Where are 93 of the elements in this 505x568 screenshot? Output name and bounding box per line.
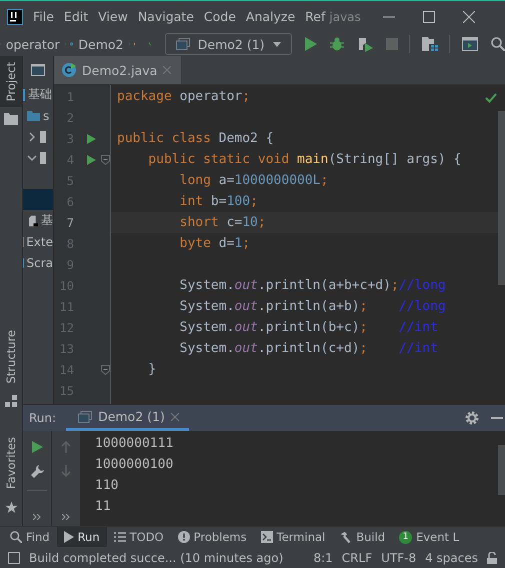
tree-row[interactable]: 基 [23, 210, 53, 231]
status-message: Build completed succe... (10 minutes ago) [29, 551, 284, 565]
play-icon [64, 531, 74, 543]
tree-row[interactable]: Exte [23, 231, 53, 252]
file-icon [29, 214, 38, 228]
count-badge: 1 [399, 530, 412, 544]
breadcrumb[interactable]: operator [6, 36, 60, 52]
module-icon [40, 130, 46, 142]
tool-window-tab[interactable]: Terminal [254, 527, 332, 547]
console-output-line: 1000000111 [95, 436, 174, 451]
check-icon [485, 93, 497, 103]
tree-row[interactable]: 基础 [23, 84, 53, 105]
code-line: System.out.println(c+d); //int [178, 341, 438, 356]
status-item[interactable]: 4 spaces [425, 551, 478, 565]
star-icon[interactable] [4, 501, 18, 514]
menu-item[interactable]: Analyze [246, 9, 296, 24]
code-line: System.out.println(a+b); //long [178, 299, 446, 314]
search-icon[interactable] [491, 37, 505, 51]
more-icon[interactable] [33, 514, 41, 520]
code-line: public class Demo2 { [117, 131, 274, 146]
panel-label: Run: [29, 411, 56, 425]
close-icon[interactable] [463, 10, 475, 22]
coverage-run-icon[interactable] [356, 36, 373, 52]
side-tab[interactable]: Project [0, 56, 22, 108]
tool-window-tab[interactable]: TODO [106, 527, 171, 547]
scrollbar[interactable] [498, 111, 505, 285]
terminal-icon [260, 531, 273, 543]
code-line: package operator; [117, 89, 250, 104]
menu-item[interactable]: Ref [305, 9, 326, 24]
tool-window-tab[interactable]: Problems [170, 527, 254, 547]
window-title: javas [329, 10, 362, 24]
run-configuration-dropdown[interactable]: Demo2 (1) [164, 33, 292, 55]
tree-row[interactable]: s [23, 105, 53, 126]
breadcrumb[interactable]: Demo2 [78, 36, 124, 52]
status-item[interactable]: CRLF [342, 551, 372, 565]
run-gutter-icon[interactable] [87, 134, 96, 144]
fold-icon[interactable] [101, 364, 110, 374]
code-line: int b=100; [178, 194, 258, 209]
search-icon [10, 531, 22, 543]
code-line: System.out.println(a+b+c+d);//long [178, 278, 446, 293]
more-icon[interactable] [62, 514, 70, 520]
bug-icon[interactable] [330, 37, 344, 51]
module-icon [40, 152, 46, 164]
console-output-line: 110 [95, 478, 118, 493]
tool-window-tab[interactable]: 1 Event L [392, 527, 466, 547]
window-icon[interactable] [8, 552, 20, 564]
side-tab[interactable]: Structure [0, 324, 22, 390]
run-icon[interactable] [32, 441, 42, 453]
run-icon[interactable] [304, 37, 317, 51]
menu-item[interactable]: Edit [64, 9, 88, 24]
app-logo-icon [7, 8, 23, 24]
code-line: byte d=1; [178, 236, 250, 251]
status-item[interactable]: UTF-8 [381, 551, 416, 565]
folder-icon[interactable] [4, 113, 18, 126]
wrench-icon[interactable] [30, 465, 44, 478]
editor-tab[interactable]: Demo2.java [54, 56, 182, 84]
console-output-line: 1000000100 [95, 457, 174, 472]
maximize-icon[interactable] [423, 10, 435, 22]
code-line: short c=10; [178, 215, 266, 230]
scrollbar[interactable] [498, 445, 505, 495]
folder-icon [27, 110, 40, 120]
structure-icon[interactable] [5, 395, 17, 408]
settings-icon[interactable] [465, 411, 479, 425]
chevron-right-icon [27, 132, 37, 142]
class-icon [62, 63, 76, 77]
menu-item[interactable]: Navigate [138, 9, 194, 24]
menu-item[interactable]: View [98, 9, 128, 24]
code-line: System.out.println(b+c); //int [178, 320, 438, 335]
run-window-icon[interactable] [462, 37, 478, 51]
code-line: } [147, 362, 156, 377]
code-line: public static void main(String[] args) { [147, 152, 462, 167]
panel-icon[interactable] [31, 64, 45, 76]
menu-item[interactable]: Code [204, 9, 236, 24]
fold-icon[interactable] [101, 154, 110, 164]
chevron-down-icon [27, 152, 37, 162]
tool-window-tab[interactable]: Build [332, 527, 392, 547]
line-number: 7 [66, 216, 74, 230]
list-icon [114, 532, 126, 542]
lock-icon[interactable] [487, 552, 497, 564]
console-output-line: 11 [95, 499, 111, 514]
run-gutter-icon[interactable] [87, 154, 96, 164]
code-line: long a=1000000000L; [178, 173, 328, 188]
status-item[interactable]: 8:1 [313, 551, 333, 565]
menu-item[interactable]: File [33, 9, 54, 24]
window-icon [176, 38, 190, 50]
tool-window-tab[interactable]: Run [56, 527, 107, 547]
folder-grid-icon[interactable] [422, 37, 438, 51]
dropdown-caret-icon [272, 42, 281, 46]
window-icon [78, 410, 92, 422]
tool-window-tab[interactable]: Find [0, 527, 57, 547]
warning-icon [178, 531, 190, 543]
tree-row[interactable]: Scra [23, 252, 53, 273]
side-tab[interactable]: Favorites [0, 431, 22, 495]
